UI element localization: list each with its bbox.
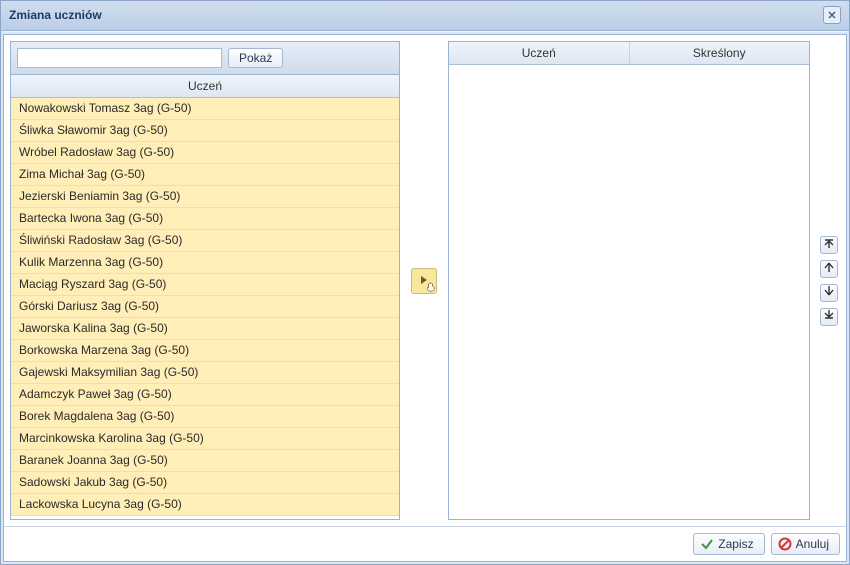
list-item[interactable]: Adamczyk Paweł 3ag (G-50) (11, 384, 399, 406)
body-outer: Pokaż Uczeń Nowakowski Tomasz 3ag (G-50)… (1, 31, 849, 564)
right-header-skreslony[interactable]: Skreślony (630, 42, 810, 64)
list-item[interactable]: Gajewski Maksymilian 3ag (G-50) (11, 362, 399, 384)
window-title: Zmiana uczniów (9, 8, 102, 22)
list-item[interactable]: Lackowska Lucyna 3ag (G-50) (11, 494, 399, 516)
list-item[interactable]: Nowakowski Tomasz 3ag (G-50) (11, 98, 399, 120)
list-item[interactable]: Baranek Joanna 3ag (G-50) (11, 450, 399, 472)
list-item[interactable]: Śliwiński Radosław 3ag (G-50) (11, 230, 399, 252)
list-item[interactable]: Kulik Marzenna 3ag (G-50) (11, 252, 399, 274)
list-item[interactable]: Zima Michał 3ag (G-50) (11, 164, 399, 186)
list-item[interactable]: Borek Magdalena 3ag (G-50) (11, 406, 399, 428)
list-item[interactable]: Bartecka Iwona 3ag (G-50) (11, 208, 399, 230)
move-right-button[interactable] (411, 268, 437, 294)
list-item[interactable]: Jezierski Beniamin 3ag (G-50) (11, 186, 399, 208)
list-item[interactable]: Wróbel Radosław 3ag (G-50) (11, 142, 399, 164)
move-bottom-button[interactable] (820, 308, 838, 326)
right-rows (449, 65, 809, 519)
content: Pokaż Uczeń Nowakowski Tomasz 3ag (G-50)… (4, 35, 846, 526)
show-button[interactable]: Pokaż (228, 48, 283, 68)
arrow-bottom-icon (824, 310, 834, 323)
move-up-button[interactable] (820, 260, 838, 278)
check-icon (700, 537, 714, 551)
left-panel: Pokaż Uczeń Nowakowski Tomasz 3ag (G-50)… (10, 41, 400, 520)
right-header-uczen[interactable]: Uczeń (449, 42, 630, 64)
list-item[interactable]: Górski Dariusz 3ag (G-50) (11, 296, 399, 318)
close-icon: ✕ (827, 9, 836, 22)
list-item[interactable]: Śliwka Sławomir 3ag (G-50) (11, 120, 399, 142)
left-toolbar: Pokaż (11, 42, 399, 75)
dialog-window: Zmiana uczniów ✕ Pokaż Uczeń Nowakowski … (0, 0, 850, 565)
left-rows: Nowakowski Tomasz 3ag (G-50)Śliwka Sławo… (11, 98, 399, 519)
left-headers: Uczeń (11, 75, 399, 98)
titlebar: Zmiana uczniów ✕ (1, 1, 849, 31)
middle-column (410, 41, 438, 520)
right-panel: Uczeń Skreślony (448, 41, 810, 520)
save-label: Zapisz (718, 537, 753, 551)
reorder-buttons (820, 41, 840, 520)
save-button[interactable]: Zapisz (693, 533, 764, 555)
arrow-up-icon (824, 262, 834, 275)
left-header-uczen[interactable]: Uczeń (11, 75, 399, 97)
cancel-icon (778, 537, 792, 551)
list-item[interactable]: Marcinkowska Karolina 3ag (G-50) (11, 428, 399, 450)
list-item[interactable]: Borkowska Marzena 3ag (G-50) (11, 340, 399, 362)
chevron-right-icon (419, 274, 429, 288)
cancel-button[interactable]: Anuluj (771, 533, 840, 555)
move-top-button[interactable] (820, 236, 838, 254)
cancel-label: Anuluj (796, 537, 829, 551)
right-headers: Uczeń Skreślony (449, 42, 809, 65)
search-input[interactable] (17, 48, 222, 68)
list-item[interactable]: Sadowski Jakub 3ag (G-50) (11, 472, 399, 494)
arrow-top-icon (824, 238, 834, 251)
arrow-down-icon (824, 286, 834, 299)
close-button[interactable]: ✕ (823, 6, 841, 24)
body: Pokaż Uczeń Nowakowski Tomasz 3ag (G-50)… (3, 34, 847, 562)
list-item[interactable]: Maciąg Ryszard 3ag (G-50) (11, 274, 399, 296)
footer: Zapisz Anuluj (4, 526, 846, 561)
list-item[interactable]: Jaworska Kalina 3ag (G-50) (11, 318, 399, 340)
move-down-button[interactable] (820, 284, 838, 302)
